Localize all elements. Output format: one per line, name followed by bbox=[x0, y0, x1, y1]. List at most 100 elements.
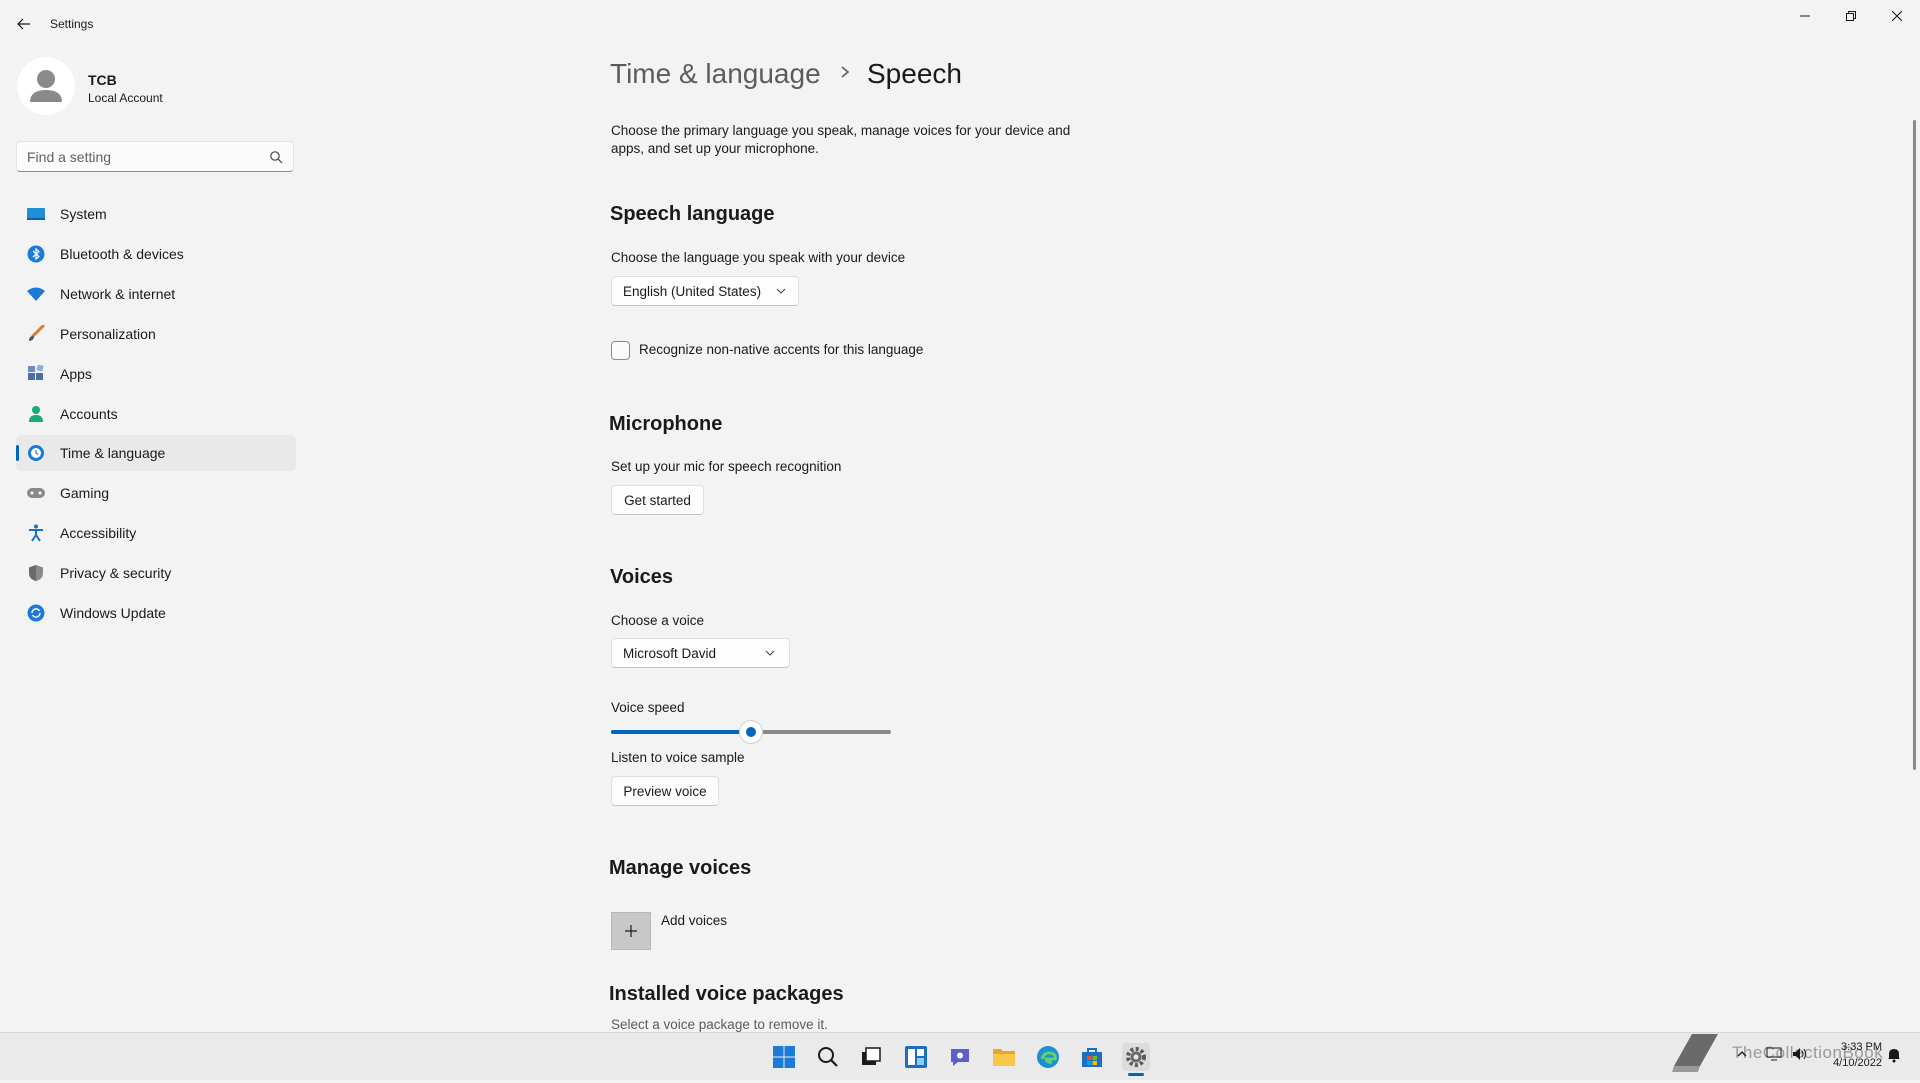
notifications-button[interactable] bbox=[1886, 1047, 1902, 1068]
sidebar-item-label: Accounts bbox=[60, 406, 118, 422]
sidebar-item-system[interactable]: System bbox=[16, 196, 296, 232]
task-view-icon bbox=[862, 1047, 881, 1065]
preview-voice-button[interactable]: Preview voice bbox=[611, 776, 719, 806]
speech-language-dropdown[interactable]: English (United States) bbox=[611, 276, 799, 306]
accessibility-icon bbox=[26, 524, 46, 542]
active-app-indicator bbox=[1128, 1073, 1144, 1076]
sidebar-item-apps[interactable]: Apps bbox=[16, 356, 296, 392]
active-indicator bbox=[16, 445, 19, 461]
voice-speed-slider[interactable] bbox=[611, 721, 891, 743]
avatar[interactable] bbox=[17, 57, 75, 115]
clock-time[interactable]: 3:33 PM bbox=[1834, 1041, 1882, 1053]
edge-icon bbox=[1037, 1046, 1059, 1068]
wifi-icon bbox=[26, 285, 46, 303]
brush-icon bbox=[26, 325, 46, 343]
title-bar bbox=[0, 0, 1920, 48]
add-voices-label[interactable]: Add voices bbox=[661, 913, 727, 928]
search-icon[interactable] bbox=[269, 150, 283, 164]
taskbar-search-button[interactable] bbox=[814, 1043, 842, 1071]
sidebar-item-time-language[interactable]: Time & language bbox=[16, 435, 296, 471]
show-hidden-icons-button[interactable] bbox=[1736, 1047, 1748, 1065]
speech-language-heading: Speech language bbox=[610, 203, 775, 225]
restore-icon bbox=[1846, 11, 1856, 21]
update-icon bbox=[26, 604, 46, 622]
voice-speed-label: Voice speed bbox=[611, 700, 685, 715]
volume-button[interactable] bbox=[1792, 1047, 1808, 1066]
volume-icon bbox=[1793, 1048, 1806, 1060]
settings-taskbar-button[interactable] bbox=[1122, 1043, 1150, 1071]
non-native-accents-checkbox[interactable] bbox=[611, 341, 630, 360]
close-button[interactable] bbox=[1874, 0, 1920, 32]
slider-thumb[interactable] bbox=[740, 721, 762, 743]
sidebar-item-personalization[interactable]: Personalization bbox=[16, 316, 296, 352]
search-box[interactable] bbox=[16, 141, 294, 172]
minimize-button[interactable] bbox=[1782, 0, 1828, 32]
settings-icon bbox=[1126, 1047, 1146, 1067]
plus-icon bbox=[625, 925, 637, 937]
search-input[interactable] bbox=[27, 142, 267, 171]
sidebar-item-privacy[interactable]: Privacy & security bbox=[16, 555, 296, 591]
chat-button[interactable] bbox=[946, 1043, 974, 1071]
shield-icon bbox=[26, 564, 46, 582]
sidebar-item-windows-update[interactable]: Windows Update bbox=[16, 595, 296, 631]
sidebar-item-label: Windows Update bbox=[60, 605, 166, 621]
network-status-button[interactable] bbox=[1766, 1047, 1782, 1066]
sidebar-item-label: Personalization bbox=[60, 326, 156, 342]
task-view-button[interactable] bbox=[857, 1043, 885, 1071]
voice-prompt: Choose a voice bbox=[611, 613, 705, 628]
start-icon bbox=[773, 1046, 795, 1068]
get-started-button[interactable]: Get started bbox=[611, 485, 704, 515]
minimize-icon bbox=[1800, 15, 1810, 17]
account-type: Local Account bbox=[88, 91, 163, 105]
notification-bell-icon bbox=[1888, 1049, 1900, 1063]
gamepad-icon bbox=[26, 484, 46, 502]
globe-clock-icon bbox=[26, 444, 46, 462]
close-icon bbox=[1892, 11, 1902, 21]
sidebar-item-accounts[interactable]: Accounts bbox=[16, 396, 296, 432]
checkbox-label: Recognize non-native accents for this la… bbox=[639, 342, 924, 357]
monitor-icon bbox=[26, 205, 46, 223]
voice-sample-label: Listen to voice sample bbox=[611, 750, 745, 765]
chevron-down-icon bbox=[765, 650, 775, 656]
dropdown-value: English (United States) bbox=[623, 284, 762, 299]
store-button[interactable] bbox=[1078, 1043, 1106, 1071]
sidebar-item-label: System bbox=[60, 206, 107, 222]
user-name: TCB bbox=[88, 72, 117, 88]
person-avatar-icon bbox=[30, 70, 62, 102]
bluetooth-icon bbox=[26, 245, 46, 263]
voices-heading: Voices bbox=[610, 566, 673, 588]
installed-voices-heading: Installed voice packages bbox=[609, 983, 844, 1005]
edge-button[interactable] bbox=[1034, 1043, 1062, 1071]
store-icon bbox=[1082, 1048, 1102, 1067]
back-button[interactable] bbox=[10, 10, 38, 38]
breadcrumb-parent[interactable]: Time & language bbox=[610, 58, 821, 90]
restore-button[interactable] bbox=[1828, 0, 1874, 32]
file-explorer-button[interactable] bbox=[990, 1043, 1018, 1071]
manage-voices-heading: Manage voices bbox=[609, 857, 752, 879]
chat-icon bbox=[951, 1049, 969, 1066]
chevron-up-icon bbox=[1737, 1051, 1747, 1057]
book-icon bbox=[1668, 1030, 1724, 1083]
slider-fill bbox=[611, 730, 751, 734]
voice-dropdown[interactable]: Microsoft David bbox=[611, 638, 790, 668]
chevron-down-icon bbox=[776, 288, 786, 294]
sidebar-item-bluetooth[interactable]: Bluetooth & devices bbox=[16, 236, 296, 272]
sidebar-item-gaming[interactable]: Gaming bbox=[16, 475, 296, 511]
sidebar-item-label: Bluetooth & devices bbox=[60, 246, 184, 262]
start-button[interactable] bbox=[770, 1043, 798, 1071]
widgets-icon bbox=[905, 1046, 927, 1068]
sidebar-item-accessibility[interactable]: Accessibility bbox=[16, 515, 296, 551]
clock-date[interactable]: 4/10/2022 bbox=[1822, 1057, 1882, 1069]
content-scrollbar[interactable] bbox=[1913, 120, 1916, 770]
apps-icon bbox=[26, 365, 46, 383]
sidebar-item-label: Privacy & security bbox=[60, 565, 172, 581]
person-icon bbox=[26, 405, 46, 423]
page-description: Choose the primary language you speak, m… bbox=[611, 123, 1071, 156]
network-icon bbox=[1766, 1047, 1782, 1061]
add-voices-button[interactable] bbox=[611, 912, 651, 950]
search-icon bbox=[818, 1047, 838, 1067]
widgets-button[interactable] bbox=[902, 1043, 930, 1071]
sidebar-item-label: Gaming bbox=[60, 485, 110, 501]
sidebar-item-network[interactable]: Network & internet bbox=[16, 276, 296, 312]
sidebar-item-label: Network & internet bbox=[60, 286, 176, 302]
